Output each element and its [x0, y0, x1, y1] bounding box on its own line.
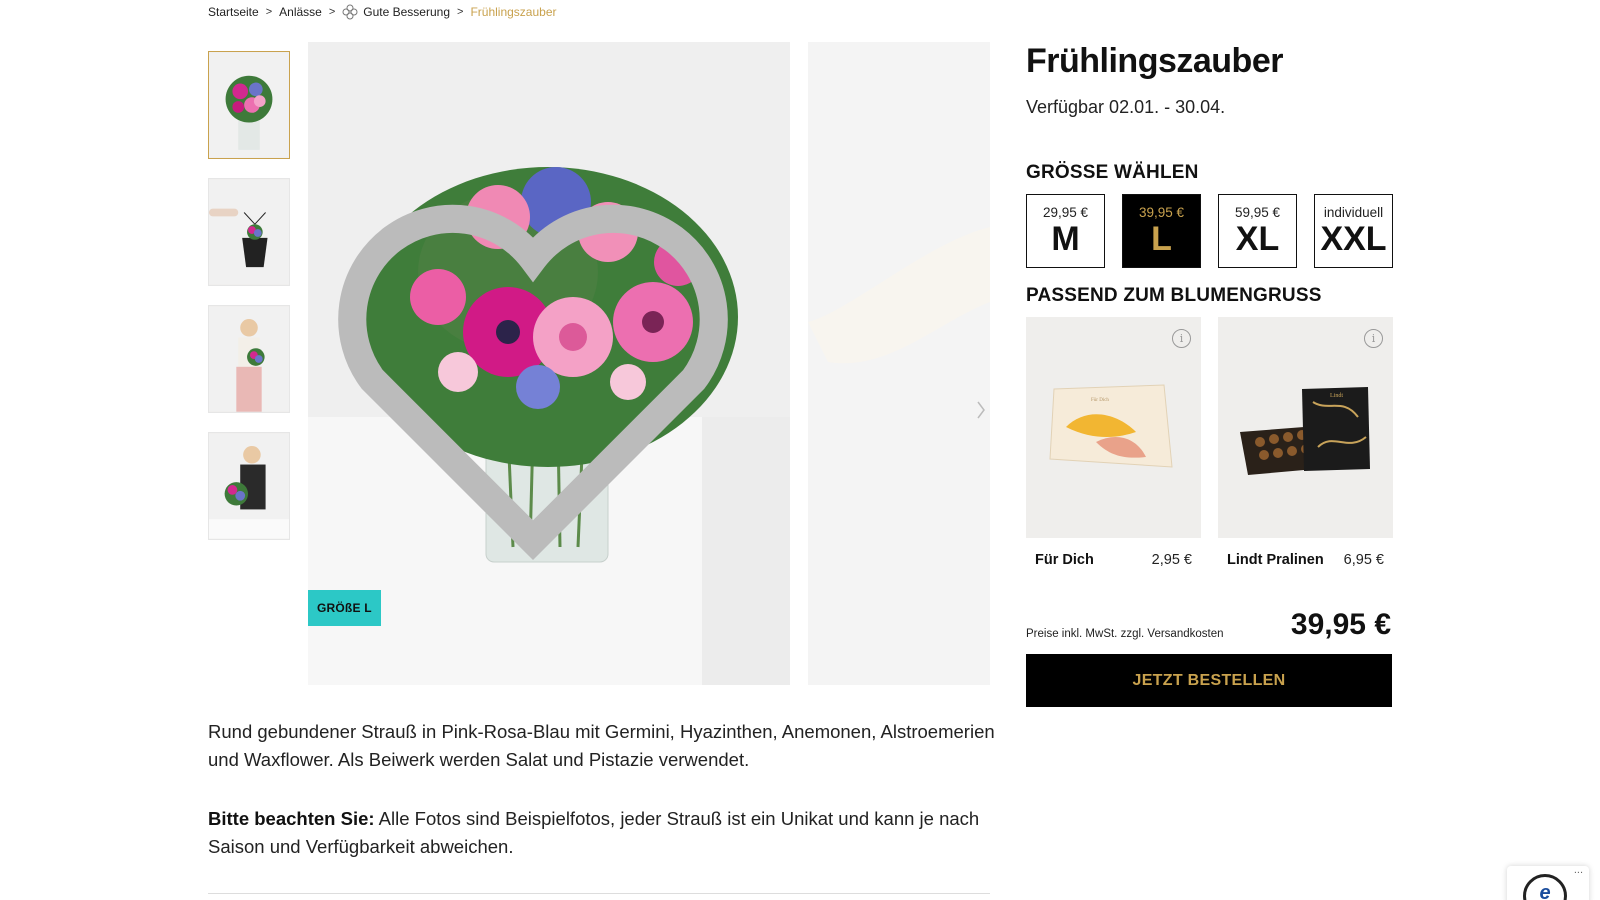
note-label: Bitte beachten Sie:	[208, 808, 375, 829]
addon-card-pralines[interactable]: Lindt i Lindt Pralinen 6,95 €	[1218, 317, 1393, 568]
total-price: 39,95 €	[1290, 608, 1391, 641]
addons-list: Für Dich i Für Dich 2,95 € Lindt i Lindt…	[1026, 317, 1393, 568]
addon-image: Für Dich i	[1026, 317, 1201, 538]
size-price: 29,95 €	[1042, 204, 1089, 220]
size-option-m[interactable]: 29,95 € M	[1026, 194, 1105, 268]
product-description: Rund gebundener Strauß in Pink-Rosa-Blau…	[208, 721, 995, 770]
addon-card-greeting[interactable]: Für Dich i Für Dich 2,95 €	[1026, 317, 1201, 568]
size-option-xl[interactable]: 59,95 € XL	[1218, 194, 1297, 268]
more-icon[interactable]: ...	[1574, 864, 1583, 876]
breadcrumb-home[interactable]: Startseite	[208, 5, 259, 19]
addon-image: Lindt i	[1218, 317, 1393, 538]
next-product-image[interactable]	[808, 42, 990, 685]
greeting-card-text: Für Dich	[1091, 398, 1109, 403]
pralines-brand: Lindt	[1330, 393, 1343, 399]
gift-bag-image	[209, 179, 289, 285]
pralines-box-image: Lindt	[1240, 387, 1370, 475]
flower-icon	[342, 4, 358, 20]
size-heading: Größe wählen	[1026, 162, 1199, 183]
greeting-card-image: Für Dich	[1049, 384, 1173, 468]
arm-photo	[808, 42, 990, 685]
thumbnail-woman-holding[interactable]	[208, 305, 290, 413]
breadcrumb-current: Frühlingszauber	[470, 5, 557, 19]
thumbnail-florist[interactable]	[208, 432, 290, 540]
size-price: 39,95 €	[1138, 204, 1185, 220]
size-label: M	[1051, 219, 1080, 258]
chevron-right-icon: >	[328, 6, 336, 18]
size-label: L	[1151, 219, 1172, 258]
breadcrumb-get-well[interactable]: Gute Besserung	[363, 5, 450, 19]
thumbnail-bag[interactable]	[208, 178, 290, 286]
size-badge: GRÖßE L	[308, 590, 381, 626]
info-icon[interactable]: i	[1364, 329, 1383, 348]
availability-text: Verfügbar 02.01. - 30.04.	[1026, 97, 1226, 117]
order-button[interactable]: JETZT BESTELLEN	[1026, 654, 1392, 707]
size-option-l[interactable]: 39,95 € L	[1122, 194, 1201, 268]
seal-letter: e	[1539, 882, 1551, 900]
divider	[208, 893, 990, 894]
chevron-right-icon: >	[265, 6, 273, 18]
trusted-shops-badge[interactable]: ... e	[1507, 864, 1589, 900]
size-label: XXL	[1320, 219, 1387, 258]
size-selector: 29,95 € M 39,95 € L 59,95 € XL individue…	[1026, 194, 1393, 268]
info-icon[interactable]: i	[1172, 329, 1191, 348]
size-option-xxl[interactable]: individuell XXL	[1314, 194, 1393, 268]
breadcrumb-occasions[interactable]: Anlässe	[279, 5, 322, 19]
addons-heading: Passend zum Blumengruß	[1026, 285, 1322, 306]
size-price: 59,95 €	[1234, 204, 1281, 220]
addon-price: 2,95 €	[1151, 552, 1192, 568]
addon-name: Lindt Pralinen	[1227, 552, 1324, 568]
chevron-right-icon: >	[457, 6, 464, 18]
trusted-seal-icon: e	[1523, 874, 1567, 900]
product-title: Frühlingszauber	[1026, 42, 1283, 80]
size-price: individuell	[1323, 204, 1384, 220]
breadcrumb: Startseite > Anlässe > Gute Besserung > …	[208, 4, 556, 20]
product-note: Bitte beachten Sie: Alle Fotos sind Beis…	[208, 805, 998, 861]
addon-price: 6,95 €	[1343, 552, 1384, 568]
vat-note: Preise inkl. MwSt. zzgl. Versandkosten	[1026, 628, 1224, 640]
florist-image	[209, 433, 289, 539]
thumbnail-gallery	[208, 51, 290, 559]
main-product-image[interactable]: GRÖßE L	[308, 42, 790, 685]
woman-image	[209, 306, 289, 412]
size-label: XL	[1235, 219, 1280, 258]
addon-name: Für Dich	[1035, 552, 1094, 568]
bouquet-image	[209, 52, 289, 158]
thumbnail-bouquet[interactable]	[208, 51, 290, 159]
